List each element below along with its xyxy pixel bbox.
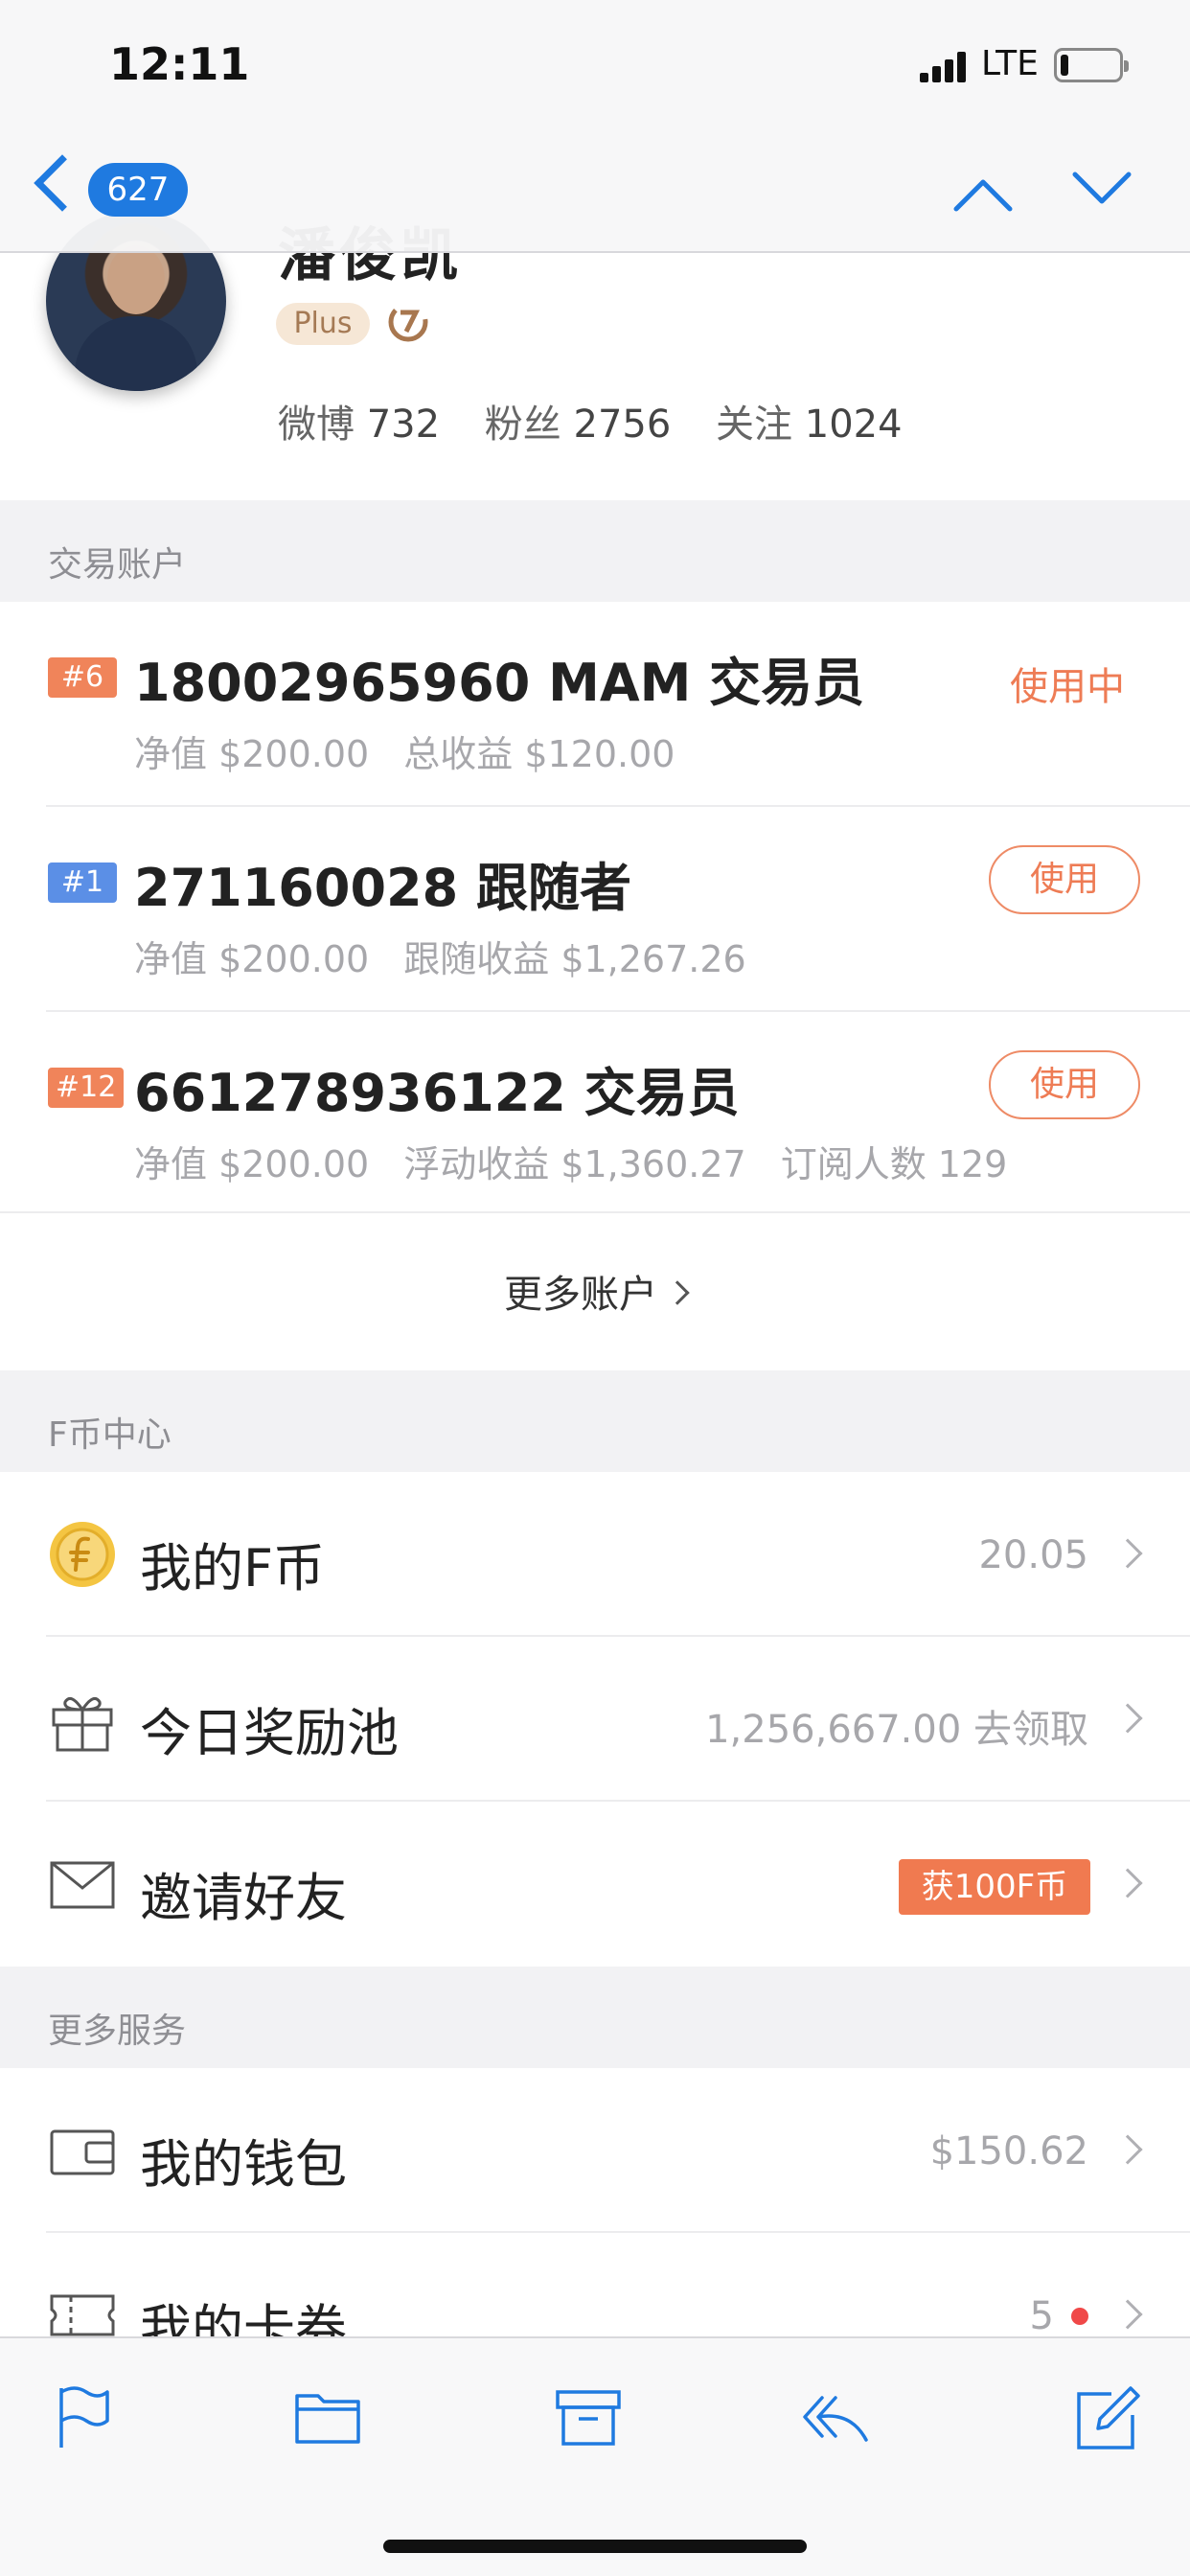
- account-metrics: 净值 $200.00 浮动收益 $1,360.27 订阅人数 129: [134, 1135, 1041, 1187]
- home-indicator[interactable]: [383, 2540, 807, 2553]
- unread-count-badge[interactable]: 627: [88, 163, 188, 217]
- row-label: 我的卡券: [140, 2299, 347, 2338]
- section-title: 更多服务: [48, 2012, 187, 2051]
- signal-icon: [920, 52, 966, 82]
- account-metric: 净值 $200.00: [134, 733, 370, 775]
- section-header-accounts: 交易账户: [0, 500, 1190, 602]
- top-bar: 12:11 LTE 627: [0, 0, 1190, 253]
- scroll-content: 潘俊凯 Plus 微博 732 粉丝 2756 关注 1024 交易账户 #6 …: [0, 0, 1190, 2338]
- vip-level-icon: [388, 302, 428, 342]
- previous-message-button[interactable]: [952, 172, 1014, 218]
- account-metrics: 净值 $200.00 跟随收益 $1,267.26: [134, 930, 781, 982]
- row-value: 1,256,667.00 去领取: [705, 1708, 1088, 1752]
- section-header-fcoin: F币中心: [0, 1370, 1190, 1472]
- account-row[interactable]: #1 271160028 跟随者 净值 $200.00 跟随收益 $1,267.2…: [0, 807, 1190, 1010]
- status-time: 12:11: [109, 38, 250, 90]
- row-my-wallet[interactable]: 我的钱包 $150.62: [0, 2068, 1190, 2233]
- back-button[interactable]: [29, 153, 91, 222]
- account-tag: #6: [48, 657, 117, 698]
- screen: 潘俊凯 Plus 微博 732 粉丝 2756 关注 1024 交易账户 #6 …: [0, 0, 1190, 2576]
- notification-dot: [1071, 2308, 1088, 2325]
- section-header-services: 更多服务: [0, 1966, 1190, 2068]
- chevron-left-icon: [34, 154, 91, 212]
- account-title: 18002965960 MAM 交易员: [134, 653, 865, 713]
- account-metric: 跟随收益 $1,267.26: [403, 938, 746, 980]
- bottom-toolbar: [0, 2336, 1190, 2576]
- account-metric: 总收益 $120.00: [403, 733, 675, 775]
- ticket-icon: [50, 2294, 115, 2336]
- row-label: 我的F币: [140, 1538, 326, 1598]
- stat-label: 粉丝: [484, 402, 561, 447]
- chevron-right-icon: [1112, 2134, 1143, 2165]
- section-title: 交易账户: [48, 545, 187, 585]
- envelope-icon: [50, 1861, 115, 1909]
- account-tag: #12: [48, 1068, 125, 1108]
- avatar-shirt: [75, 316, 197, 391]
- invite-reward-badge: 获100F币: [899, 1859, 1090, 1915]
- account-metrics: 净值 $200.00 总收益 $120.00: [134, 724, 709, 777]
- use-account-button[interactable]: 使用: [989, 845, 1140, 914]
- next-message-button[interactable]: [1071, 165, 1133, 211]
- coin-icon: [50, 1522, 115, 1587]
- row-value: 5: [1030, 2294, 1088, 2338]
- network-type: LTE: [981, 44, 1039, 83]
- more-accounts-text: 更多账户: [504, 1273, 657, 1317]
- section-title: F币中心: [48, 1415, 172, 1455]
- account-tag: #1: [48, 862, 117, 903]
- account-metric: 浮动收益 $1,360.27: [403, 1143, 746, 1185]
- wallet-icon: [50, 2129, 115, 2175]
- account-row[interactable]: #6 18002965960 MAM 交易员 净值 $200.00 总收益 $12…: [0, 602, 1190, 805]
- account-metric: 订阅人数 129: [780, 1143, 1008, 1185]
- row-label: 我的钱包: [140, 2134, 347, 2195]
- row-my-fcoin[interactable]: 我的F币 20.05: [0, 1472, 1190, 1637]
- archive-icon[interactable]: [554, 2382, 623, 2451]
- stat-label: 微博: [278, 402, 355, 447]
- row-label: 邀请好友: [140, 1868, 347, 1928]
- stat-label: 关注: [716, 402, 793, 447]
- battery-icon: [1054, 48, 1129, 82]
- row-value: $150.62: [929, 2129, 1088, 2174]
- more-accounts-label: 更多账户: [504, 1263, 690, 1319]
- plus-badge: Plus: [276, 303, 370, 345]
- avatar-face: [107, 245, 165, 314]
- reply-icon[interactable]: [801, 2382, 870, 2451]
- gift-icon: [52, 1696, 113, 1752]
- row-value: 20.05: [978, 1533, 1088, 1577]
- use-account-button[interactable]: 使用: [989, 1050, 1140, 1119]
- more-accounts-link[interactable]: 更多账户: [0, 1213, 1190, 1370]
- stat-value: 732: [366, 402, 441, 447]
- stat-value: 2756: [573, 402, 672, 447]
- stat-weibo[interactable]: 微博 732: [278, 402, 440, 447]
- chevron-right-icon: [665, 1280, 690, 1305]
- account-row[interactable]: #12 661278936122 交易员 净值 $200.00 浮动收益 $1,3…: [0, 1012, 1190, 1215]
- chevron-right-icon: [1112, 1868, 1143, 1898]
- folder-icon[interactable]: [293, 2382, 362, 2451]
- battery-level: [1061, 55, 1068, 76]
- account-metric: 净值 $200.00: [134, 938, 370, 980]
- stat-followers[interactable]: 粉丝 2756: [485, 402, 672, 447]
- row-label: 今日奖励池: [140, 1703, 399, 1763]
- row-invite-friends[interactable]: 邀请好友 获100F币: [0, 1802, 1190, 1966]
- row-my-coupons[interactable]: 我的卡券 5: [0, 2233, 1190, 2338]
- chevron-right-icon: [1112, 2299, 1143, 2330]
- chevron-right-icon: [1112, 1703, 1143, 1734]
- profile-stats: 微博 732 粉丝 2756 关注 1024: [278, 393, 935, 448]
- account-title: 271160028 跟随者: [134, 858, 631, 918]
- account-title: 661278936122 交易员: [134, 1063, 740, 1123]
- chevron-right-icon: [1112, 1538, 1143, 1569]
- stat-value: 1024: [804, 402, 903, 447]
- account-metric: 净值 $200.00: [134, 1143, 370, 1185]
- compose-icon[interactable]: [1073, 2382, 1142, 2451]
- account-status: 使用中: [1010, 665, 1125, 709]
- row-reward-pool[interactable]: 今日奖励池 1,256,667.00 去领取: [0, 1637, 1190, 1802]
- flag-icon[interactable]: [48, 2382, 117, 2451]
- coupon-count: 5: [1029, 2294, 1054, 2338]
- stat-following[interactable]: 关注 1024: [716, 402, 903, 447]
